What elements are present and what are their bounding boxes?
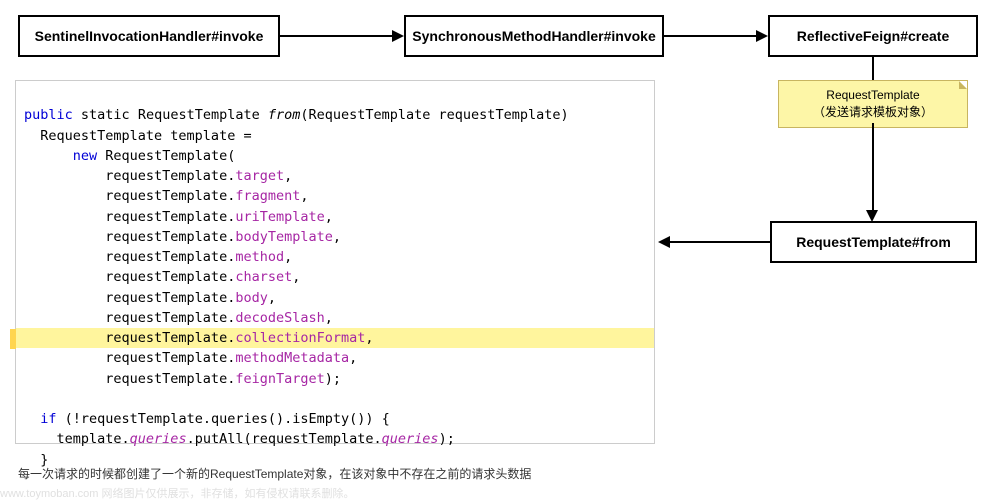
code-line-p3: requestTemplate.uriTemplate, [24, 209, 333, 225]
note-title: RequestTemplate [791, 87, 955, 104]
code-line-2: RequestTemplate template = [24, 128, 252, 144]
box-request-template-from: RequestTemplate#from [770, 221, 977, 263]
code-line-p2: requestTemplate.fragment, [24, 188, 309, 204]
note-request-template: RequestTemplate （发送请求模板对象） [778, 80, 968, 128]
gutter-marker [10, 329, 16, 349]
box-sentinel: SentinelInvocationHandler#invoke [18, 15, 280, 57]
arrowhead-3 [866, 210, 878, 222]
line-box3-note [872, 57, 874, 80]
code-line-1: public static RequestTemplate from(Reque… [24, 107, 569, 123]
code-if1: if (!requestTemplate.queries().isEmpty()… [24, 411, 390, 427]
code-line-p9-highlight: requestTemplate.collectionFormat, [16, 328, 654, 348]
arrowhead-1 [392, 30, 404, 42]
note-subtitle: （发送请求模板对象） [791, 104, 955, 121]
watermark: www.toymoban.com 网络图片仅供展示，非存储，如有侵权请联系删除。 [0, 485, 354, 501]
code-line-p4: requestTemplate.bodyTemplate, [24, 229, 341, 245]
code-line-p8: requestTemplate.decodeSlash, [24, 310, 333, 326]
code-block: public static RequestTemplate from(Reque… [15, 80, 655, 444]
code-line-p6: requestTemplate.charset, [24, 269, 300, 285]
arrowhead-2 [756, 30, 768, 42]
footer-note: 每一次请求的时候都创建了一个新的RequestTemplate对象，在该对象中不… [18, 465, 531, 482]
code-line-p10: requestTemplate.methodMetadata, [24, 350, 357, 366]
box-reflective-feign: ReflectiveFeign#create [768, 15, 978, 57]
code-line-p5: requestTemplate.method, [24, 249, 292, 265]
code-line-p1: requestTemplate.target, [24, 168, 292, 184]
arrow-1 [280, 35, 392, 37]
code-line-p7: requestTemplate.body, [24, 290, 276, 306]
arrow-4 [670, 241, 770, 243]
code-if2: template.queries.putAll(requestTemplate.… [24, 431, 455, 447]
box-sync-method: SynchronousMethodHandler#invoke [404, 15, 664, 57]
arrow-2 [664, 35, 756, 37]
arrowhead-4 [658, 236, 670, 248]
code-line-p11: requestTemplate.feignTarget); [24, 371, 341, 387]
arrow-3 [872, 123, 874, 210]
code-line-3: new RequestTemplate( [24, 148, 235, 164]
